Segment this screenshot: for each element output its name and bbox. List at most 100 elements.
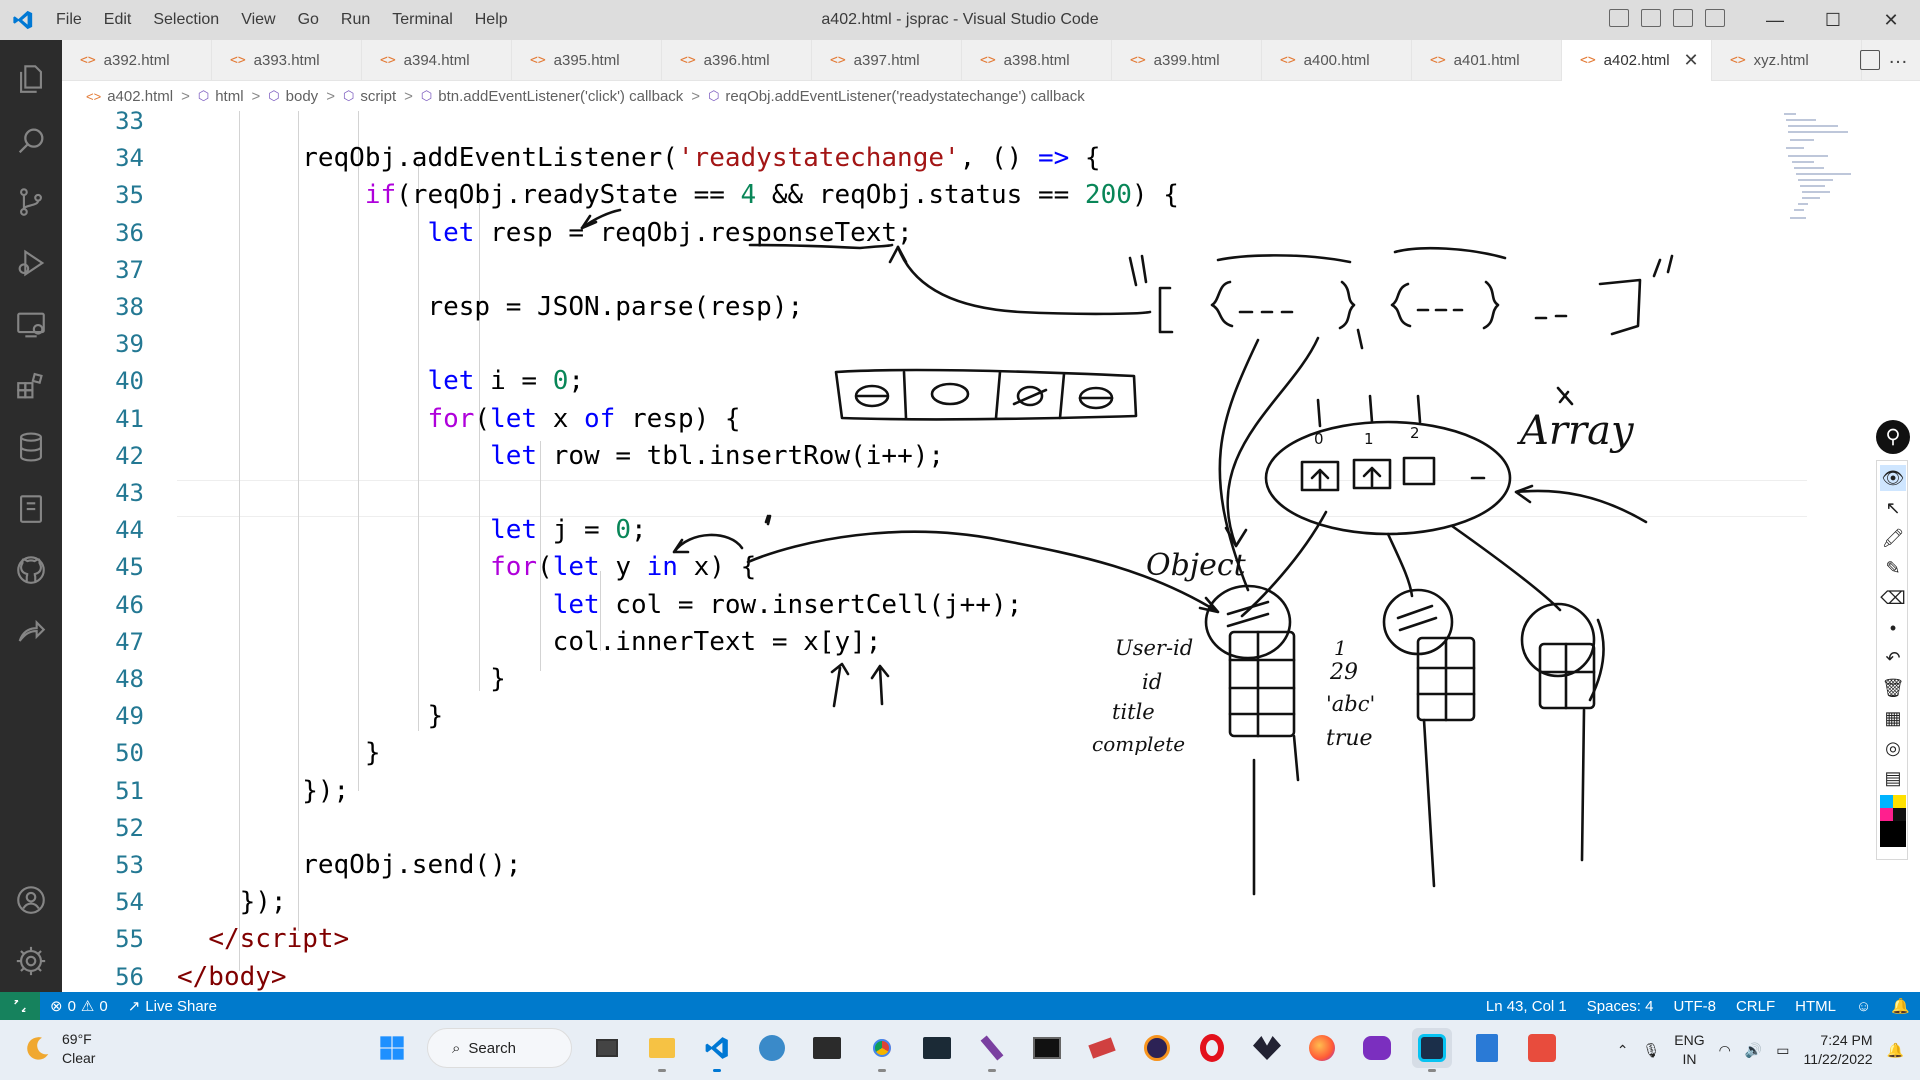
menu-terminal[interactable]: Terminal [381, 11, 463, 29]
color-black[interactable] [1880, 821, 1906, 847]
encoding[interactable]: UTF-8 [1663, 998, 1726, 1015]
code-line[interactable]: } [177, 661, 506, 698]
firefox-icon[interactable] [1302, 1028, 1342, 1068]
code-line[interactable]: if(reqObj.readyState == 4 && reqObj.stat… [177, 177, 1179, 214]
webex-icon[interactable] [1412, 1028, 1452, 1072]
accounts-icon[interactable] [0, 871, 62, 929]
code-line[interactable]: for(let x of resp) { [177, 401, 740, 438]
maximize-button[interactable]: ☐ [1804, 0, 1862, 40]
code-line[interactable]: } [177, 735, 381, 772]
pen-app-icon[interactable] [972, 1028, 1012, 1072]
tab-a394[interactable]: <> a394.html [362, 40, 512, 81]
settings-gear-icon[interactable] [0, 932, 62, 990]
code-editor[interactable]: 33 34 35 36 37 38 39 40 41 42 43 44 45 46 47 48 49 50 51 52… [62, 111, 1920, 991]
taskbar-search[interactable]: ⌕ Search [427, 1028, 572, 1068]
tab-a397[interactable]: <> a397.html [812, 40, 962, 81]
color-yellow[interactable] [1893, 795, 1906, 808]
notifications-bell-icon[interactable]: 🔔 [1881, 997, 1920, 1015]
explorer-icon[interactable] [0, 50, 62, 108]
tab-a395[interactable]: <> a395.html [512, 40, 662, 81]
color-magenta[interactable] [1880, 808, 1893, 821]
wifi-icon[interactable]: ◠ [1719, 1042, 1731, 1059]
tab-a402[interactable]: <> a402.html ✕ [1562, 40, 1712, 81]
cursor-icon[interactable]: ↖ [1880, 495, 1906, 521]
menu-run[interactable]: Run [330, 11, 381, 29]
language-mode[interactable]: HTML [1785, 998, 1846, 1015]
code-line[interactable]: }); [177, 884, 287, 921]
tab-a393[interactable]: <> a393.html [212, 40, 362, 81]
weather-widget[interactable]: 69°F Clear [22, 1030, 95, 1068]
code-line[interactable]: for(let y in x) { [177, 549, 756, 586]
clipboard-icon[interactable]: ▤ [1880, 765, 1906, 791]
breadcrumb-item[interactable]: ⬡ reqObj.addEventListener('readystatechan… [708, 88, 1085, 105]
tab-a398[interactable]: <> a398.html [962, 40, 1112, 81]
code-line[interactable]: reqObj.addEventListener('readystatechang… [177, 140, 1100, 177]
mysql-workbench-icon[interactable] [917, 1028, 957, 1068]
menu-go[interactable]: Go [287, 11, 330, 29]
input-language[interactable]: ENG IN [1674, 1031, 1704, 1069]
pen-tool-toggle-icon[interactable] [1876, 420, 1910, 454]
breadcrumb-item[interactable]: <> a402.html > [86, 88, 198, 105]
end-of-line[interactable]: CRLF [1726, 998, 1785, 1015]
dot-icon[interactable]: • [1880, 615, 1906, 641]
microphone-icon[interactable]: 🎙 [1643, 1042, 1661, 1059]
start-button[interactable] [372, 1028, 412, 1068]
remote-indicator-icon[interactable] [0, 992, 40, 1020]
more-actions-icon[interactable]: … [1888, 46, 1908, 69]
toggle-panel-icon[interactable] [1641, 9, 1661, 27]
notification-bell-icon[interactable]: 🔔 [1887, 1042, 1904, 1059]
eraser-app-icon[interactable] [1082, 1028, 1122, 1068]
undo-icon[interactable]: ↶ [1880, 645, 1906, 671]
terminal-icon[interactable] [807, 1028, 847, 1068]
tab-a401[interactable]: <> a401.html [1412, 40, 1562, 81]
battery-icon[interactable]: ▭ [1776, 1042, 1789, 1059]
bat-app-icon[interactable] [1247, 1028, 1287, 1068]
breadcrumb-item[interactable]: ⬡ body > [268, 88, 343, 105]
network-app-icon[interactable] [752, 1028, 792, 1068]
whiteboard-icon[interactable]: ▦ [1880, 705, 1906, 731]
code-line[interactable]: reqObj.send(); [177, 847, 521, 884]
code-line[interactable]: </body> [177, 959, 287, 991]
close-tab-icon[interactable]: ✕ [1684, 50, 1699, 71]
live-share-button[interactable]: ↗ Live Share [118, 997, 227, 1016]
breadcrumb-item[interactable]: ⬡ btn.addEventListener('click') callback > [421, 88, 708, 105]
run-debug-icon[interactable] [0, 234, 62, 292]
pen-icon[interactable]: ✎ [1880, 555, 1906, 581]
code-line[interactable]: } [177, 698, 443, 735]
cursor-position[interactable]: Ln 43, Col 1 [1476, 998, 1577, 1015]
view-icon[interactable]: 👁 [1880, 465, 1906, 491]
chrome-icon[interactable] [862, 1028, 902, 1072]
notepad-icon[interactable] [1467, 1028, 1507, 1068]
highlighter-icon[interactable]: 🖍 [1880, 525, 1906, 551]
feedback-icon[interactable]: ☺ [1846, 998, 1881, 1015]
remote-explorer-icon[interactable] [0, 296, 62, 354]
tab-a396[interactable]: <> a396.html [662, 40, 812, 81]
close-window-button[interactable]: ✕ [1862, 0, 1920, 40]
menu-view[interactable]: View [230, 11, 286, 29]
search-icon[interactable] [0, 112, 62, 170]
tab-xyz[interactable]: <> xyz.html [1712, 40, 1862, 81]
breadcrumb-item[interactable]: ⬡ html > [198, 88, 268, 105]
cmd-icon[interactable] [1027, 1028, 1067, 1068]
live-share-icon[interactable] [0, 602, 62, 660]
menu-help[interactable]: Help [464, 11, 519, 29]
eraser-icon[interactable]: ⌫ [1880, 585, 1906, 611]
problems-indicator[interactable]: ⊗ 0 ⚠ 0 [40, 997, 118, 1016]
code-line[interactable]: let row = tbl.insertRow(i++); [177, 438, 944, 475]
camera-icon[interactable]: ◎ [1880, 735, 1906, 761]
database-icon[interactable] [0, 418, 62, 476]
vscode-taskbar-icon[interactable] [697, 1028, 737, 1072]
extensions-icon[interactable] [0, 357, 62, 415]
c-app-icon[interactable] [1522, 1028, 1562, 1068]
customize-layout-icon[interactable] [1705, 9, 1725, 27]
indentation[interactable]: Spaces: 4 [1577, 998, 1664, 1015]
split-editor-icon[interactable] [1860, 50, 1880, 70]
code-line[interactable]: }); [177, 773, 349, 810]
code-line[interactable]: let j = 0; [177, 512, 647, 549]
breadcrumb-item[interactable]: ⬡ script > [343, 88, 421, 105]
clock[interactable]: 7:24 PM 11/22/2022 [1804, 1031, 1873, 1069]
tab-a392[interactable]: <> a392.html [62, 40, 212, 81]
notebook-icon[interactable] [0, 480, 62, 538]
code-line[interactable]: let i = 0; [177, 363, 584, 400]
toggle-primary-sidebar-icon[interactable] [1609, 9, 1629, 27]
